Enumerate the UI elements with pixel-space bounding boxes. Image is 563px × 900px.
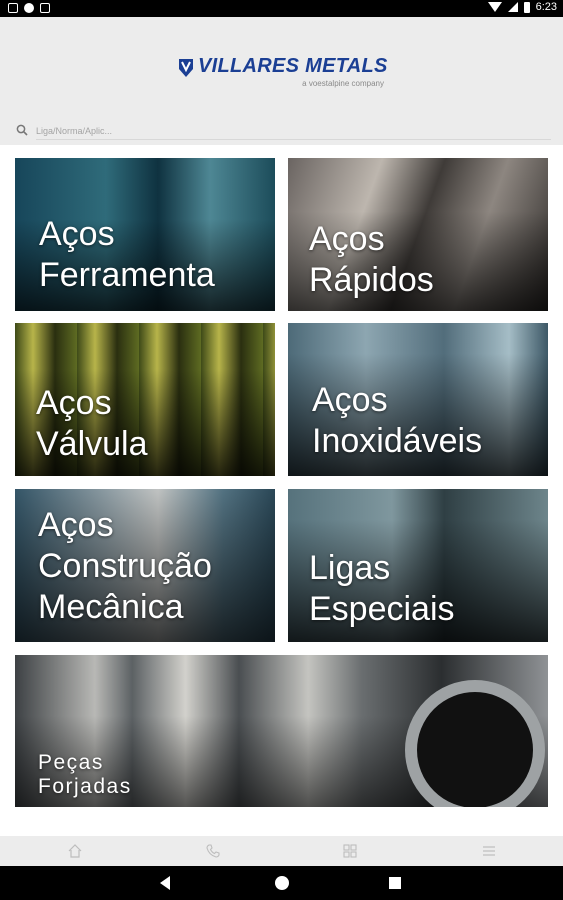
notification-icon	[8, 3, 18, 13]
tile-title-line: Construção	[38, 547, 212, 585]
notification-icon	[24, 3, 34, 13]
tile-acos-inoxidaveis[interactable]: Aços Inoxidáveis	[288, 323, 548, 476]
bottom-nav	[0, 836, 563, 866]
tile-title-line: Aços	[309, 220, 385, 258]
home-icon[interactable]	[275, 876, 289, 890]
notification-icons	[8, 3, 50, 13]
tile-title: Aços Inoxidáveis	[312, 380, 482, 462]
tile-acos-ferramenta[interactable]: Aços Ferramenta	[15, 158, 275, 311]
tile-title-line: Inoxidáveis	[312, 422, 483, 460]
status-icons: 6:23	[487, 1, 557, 13]
status-time: 6:23	[535, 1, 557, 13]
tile-title-line: Especiais	[309, 590, 455, 628]
tile-title-line: Peças	[38, 751, 104, 774]
tile-title-line: Ligas	[309, 549, 391, 587]
nav-phone-button[interactable]	[204, 842, 222, 860]
tile-acos-construcao-mecanica[interactable]: Aços Construção Mecânica	[15, 489, 275, 642]
tile-title: Ligas Especiais	[309, 548, 455, 630]
app-header: VILLARES METALS a voestalpine company	[0, 17, 563, 145]
nav-grid-button[interactable]	[341, 842, 359, 860]
status-bar: 6:23	[0, 0, 563, 17]
tile-title-line: Aços	[39, 215, 115, 253]
tile-title-line: Aços	[38, 506, 114, 544]
logo-title: VILLARES METALS	[198, 55, 388, 77]
tile-title-line: Rápidos	[309, 261, 434, 299]
signal-icon	[507, 2, 518, 12]
tile-title: Aços Construção Mecânica	[38, 505, 212, 628]
search-input[interactable]	[36, 122, 516, 140]
brand-logo: VILLARES METALS a voestalpine company	[176, 55, 396, 95]
shield-logo-icon	[179, 59, 193, 77]
search-bar[interactable]	[12, 120, 552, 142]
tile-title-line: Ferramenta	[39, 256, 215, 294]
wifi-icon	[487, 2, 502, 12]
back-icon[interactable]	[160, 876, 170, 890]
nav-home-button[interactable]	[66, 842, 84, 860]
tile-acos-rapidos[interactable]: Aços Rápidos	[288, 158, 548, 311]
home-icon	[68, 844, 82, 858]
recents-icon[interactable]	[389, 877, 401, 889]
tile-ligas-especiais[interactable]: Ligas Especiais	[288, 489, 548, 642]
tile-title: Aços Ferramenta	[39, 214, 215, 296]
tile-acos-valvula[interactable]: Aços Válvula	[15, 323, 275, 476]
tile-title-line: Aços	[36, 384, 112, 422]
tile-title: Peças Forjadas	[38, 751, 132, 799]
tile-title: Aços Válvula	[36, 383, 148, 465]
forged-ring-image	[405, 680, 545, 807]
search-underline	[36, 139, 551, 140]
system-nav-bar	[0, 866, 563, 900]
battery-icon	[523, 1, 530, 13]
tile-title-line: Aços	[312, 381, 388, 419]
tile-title: Aços Rápidos	[309, 219, 434, 301]
grid-icon	[343, 844, 357, 858]
logo-subtitle: a voestalpine company	[302, 79, 384, 88]
tile-title-line: Mecânica	[38, 588, 184, 626]
phone-icon	[206, 844, 220, 858]
tile-title-line: Forjadas	[38, 775, 132, 798]
search-icon	[16, 124, 28, 136]
nav-menu-button[interactable]	[480, 842, 498, 860]
tile-pecas-forjadas[interactable]: Peças Forjadas	[15, 655, 548, 807]
tile-title-line: Válvula	[36, 425, 148, 463]
menu-icon	[483, 846, 495, 856]
notification-icon	[40, 3, 50, 13]
